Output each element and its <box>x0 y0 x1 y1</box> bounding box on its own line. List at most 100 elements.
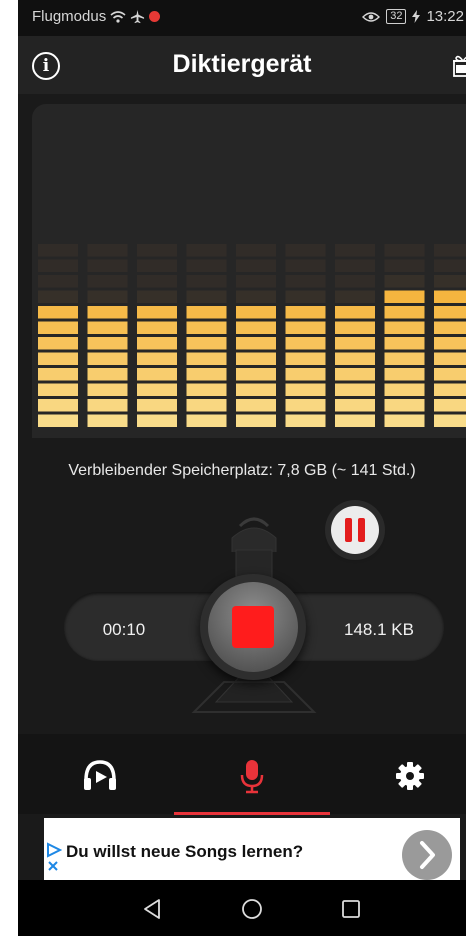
meter-segment <box>87 414 128 427</box>
meter-segment <box>285 275 326 288</box>
meter-segment <box>434 306 466 319</box>
meter-segment <box>384 259 425 272</box>
meter-segment <box>384 275 425 288</box>
record-button[interactable] <box>200 574 306 680</box>
meter-segment <box>186 321 227 334</box>
meter-segment <box>236 259 276 272</box>
meter-segment <box>384 383 425 396</box>
notification-icon <box>149 11 161 22</box>
pause-icon-bar <box>358 518 365 542</box>
meter-segment <box>236 337 276 350</box>
meter-segment <box>87 321 128 334</box>
meter-segment <box>335 399 375 412</box>
pause-icon <box>345 518 352 542</box>
status-bar: Flugmodus 32 13:22 <box>18 0 466 36</box>
meter-segment <box>434 352 466 365</box>
meter-segment <box>186 337 227 350</box>
ad-open-button[interactable] <box>402 830 452 880</box>
meter-segment <box>434 414 466 427</box>
storage-remaining-text: Verbleibender Speicherplatz: 7,8 GB (~ 1… <box>68 462 416 479</box>
meter-segment <box>384 290 425 303</box>
meter-segment <box>335 275 375 288</box>
meter-segment <box>87 244 128 257</box>
recents-icon[interactable] <box>340 898 362 920</box>
meter-segment <box>186 306 227 319</box>
microphone-icon[interactable] <box>232 756 272 796</box>
carrier-label: Flugmodus <box>32 8 107 25</box>
meter-segment <box>186 368 227 381</box>
home-icon[interactable] <box>241 898 263 920</box>
meter-segment <box>335 368 375 381</box>
meter-segment <box>38 399 78 412</box>
meter-segment <box>384 337 425 350</box>
meter-segment <box>335 383 375 396</box>
ad-banner[interactable]: Du willst neue Songs lernen? <box>44 818 460 880</box>
meter-segment <box>236 399 276 412</box>
meter-segment <box>285 399 326 412</box>
meter-segment <box>335 244 375 257</box>
meter-segment <box>384 414 425 427</box>
meter-segment <box>285 244 326 257</box>
meter-segment <box>137 368 177 381</box>
chevron-right-icon <box>420 841 435 869</box>
eye-comfort-icon <box>362 11 381 22</box>
meter-segment <box>335 259 375 272</box>
meter-segment <box>87 259 128 272</box>
airplane-icon <box>131 9 145 24</box>
meter-segment <box>87 352 128 365</box>
meter-segment <box>236 368 276 381</box>
page-title: Diktiergerät <box>172 50 312 78</box>
back-icon[interactable] <box>142 898 164 920</box>
meter-segment <box>434 383 466 396</box>
meter-segment <box>38 368 78 381</box>
battery-indicator: 32 <box>386 9 407 24</box>
meter-segment <box>236 275 276 288</box>
ad-choices-icon[interactable] <box>46 842 62 872</box>
stop-record-icon <box>232 606 274 648</box>
meter-segment <box>285 306 326 319</box>
meter-segment <box>38 321 78 334</box>
meter-segment <box>335 321 375 334</box>
gift-ad-icon[interactable] <box>452 52 466 78</box>
meter-segment <box>285 321 326 334</box>
meter-segment <box>137 321 177 334</box>
app-screen: Flugmodus 32 13:22 i Diktiergerät Verble… <box>18 0 466 936</box>
meter-segment <box>137 306 177 319</box>
meter-segment <box>434 275 466 288</box>
meter-segment <box>236 414 276 427</box>
meter-segment <box>384 244 425 257</box>
meter-segment <box>285 337 326 350</box>
elapsed-time: 00:10 <box>102 620 146 639</box>
pause-button[interactable] <box>331 506 379 554</box>
meter-segment <box>434 337 466 350</box>
meter-segment <box>137 290 177 303</box>
audio-level-meter <box>32 104 466 438</box>
meter-segment <box>434 259 466 272</box>
meter-segment <box>384 321 425 334</box>
meter-segment <box>186 275 227 288</box>
meter-segment <box>87 337 128 350</box>
ad-headline: Du willst neue Songs lernen? <box>66 842 304 861</box>
headphones-play-icon[interactable] <box>80 756 120 796</box>
meter-segment <box>38 290 78 303</box>
meter-segment <box>38 259 78 272</box>
meter-segment <box>285 290 326 303</box>
meter-segment <box>137 259 177 272</box>
file-size: 148.1 KB <box>344 620 414 639</box>
meter-segment <box>38 352 78 365</box>
meter-segment <box>186 399 227 412</box>
meter-segment <box>236 244 276 257</box>
meter-segment <box>186 290 227 303</box>
gear-icon[interactable] <box>390 756 430 796</box>
meter-segment <box>137 383 177 396</box>
meter-segment <box>38 337 78 350</box>
active-tab-indicator <box>174 812 330 815</box>
meter-segment <box>186 352 227 365</box>
meter-segment <box>236 321 276 334</box>
meter-segment <box>434 244 466 257</box>
system-nav-bar <box>18 880 466 936</box>
meter-segment <box>87 275 128 288</box>
meter-segment <box>236 306 276 319</box>
meter-segment <box>384 306 425 319</box>
meter-segment <box>236 352 276 365</box>
